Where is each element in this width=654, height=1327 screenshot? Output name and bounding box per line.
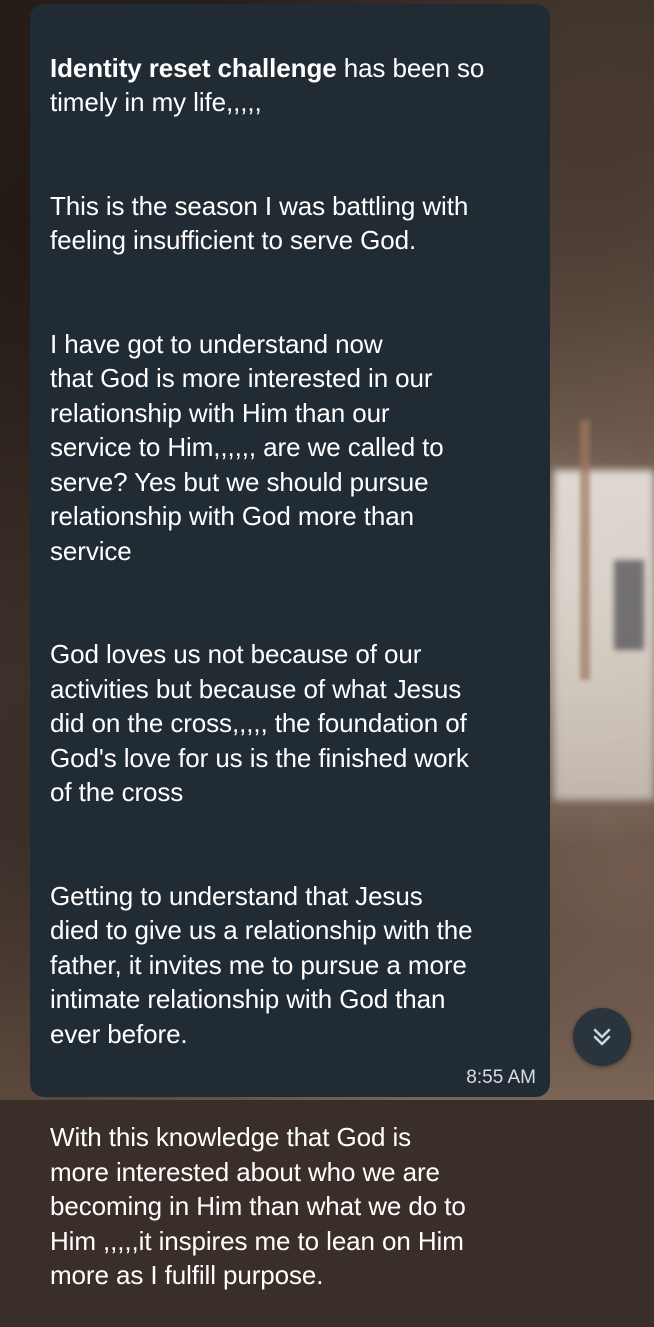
message-paragraph: With this knowledge that God is more int… (50, 1122, 466, 1290)
message-paragraph: I have got to understand now that God is… (50, 328, 444, 566)
message-paragraph: God loves us not because of our activiti… (50, 639, 469, 807)
message-timestamp: 8:55 AM (466, 1067, 536, 1088)
message-bubble[interactable]: Identity reset challenge has been so tim… (30, 4, 550, 1290)
message-paragraph: Identity reset challenge has been so tim… (50, 51, 530, 120)
scroll-to-bottom-button[interactable] (573, 1008, 631, 1066)
message-bold-title: Identity reset challenge (50, 52, 337, 83)
message-paragraph: Getting to understand that Jesus died to… (50, 880, 473, 1049)
message-paragraph: This is the season I was battling with f… (50, 190, 469, 256)
wallpaper-door-frame (580, 420, 590, 680)
wallpaper-dark-panel (614, 560, 644, 650)
message-text: Identity reset challenge has been so tim… (50, 16, 530, 1327)
double-chevron-down-icon (589, 1024, 615, 1050)
